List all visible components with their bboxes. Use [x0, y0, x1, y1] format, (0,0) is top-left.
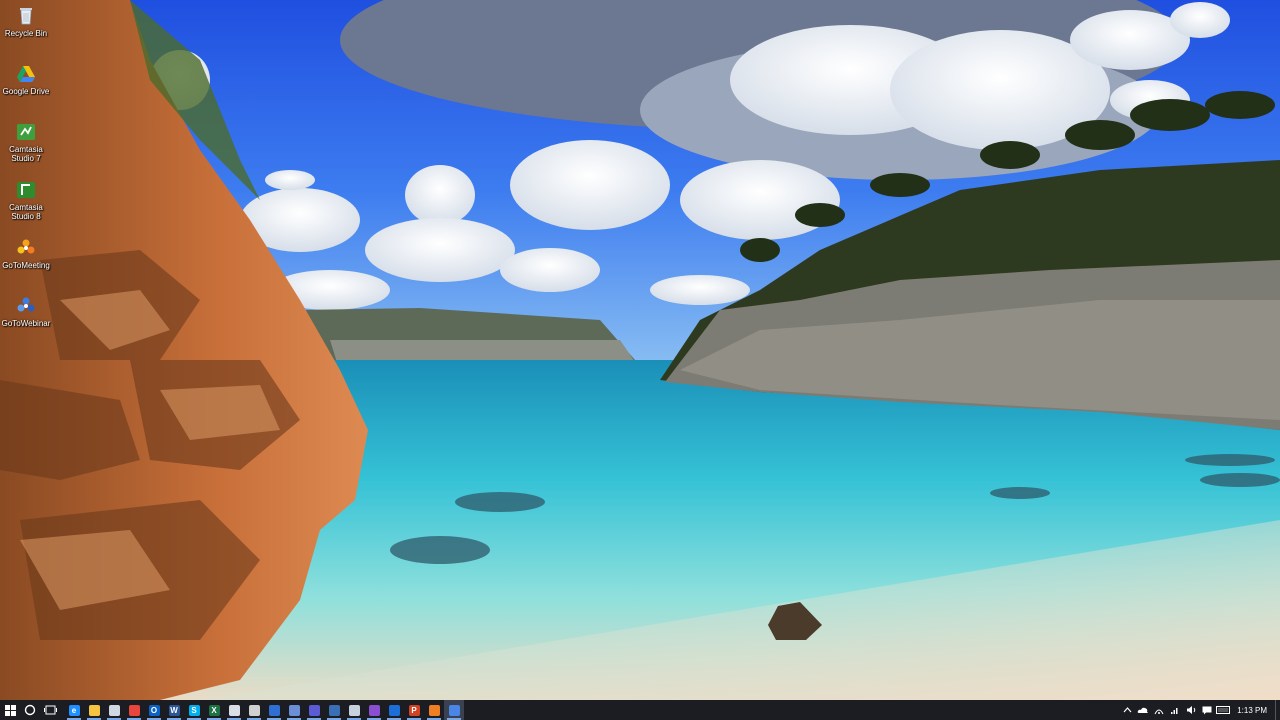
- show-desktop-button[interactable]: [1275, 700, 1280, 720]
- snipping-tool-icon: [348, 704, 360, 716]
- desktop-icon-recycle-bin[interactable]: Recycle Bin: [0, 5, 52, 38]
- taskbar-app-skype[interactable]: S: [184, 700, 204, 720]
- chevron-up-icon[interactable]: [1119, 700, 1135, 720]
- volume-icon[interactable]: [1183, 700, 1199, 720]
- taskbar-app-edge[interactable]: e: [64, 700, 84, 720]
- start-button[interactable]: [0, 700, 20, 720]
- globe-app-icon: [328, 704, 340, 716]
- cortana-search-icon: [24, 704, 36, 716]
- desktop-wallpaper: [0, 0, 1280, 700]
- camtasia-icon: [17, 124, 35, 140]
- gotomeeting-icon: [17, 239, 35, 254]
- taskbar-app-chrome[interactable]: [124, 700, 144, 720]
- system-tray: 1:13 PM: [1119, 700, 1280, 720]
- taskbar-app-notepad[interactable]: [284, 700, 304, 720]
- cortana-search-button[interactable]: [20, 700, 40, 720]
- desktop-icon-camtasia-7[interactable]: Camtasia Studio 7: [0, 121, 52, 163]
- taskbar-app-gotowebinar-taskbar[interactable]: [444, 700, 464, 720]
- outlook-icon: O: [148, 704, 160, 716]
- desktop-icon-label: Google Drive: [2, 87, 50, 96]
- wifi-icon[interactable]: [1167, 700, 1183, 720]
- powerpoint-icon: P: [408, 704, 420, 716]
- task-view-icon: [43, 705, 57, 714]
- windows-start-icon: [4, 704, 16, 716]
- gotowebinar-taskbar-icon: [448, 704, 460, 716]
- taskbar-app-excel[interactable]: X: [204, 700, 224, 720]
- taskbar-app-app-blue[interactable]: [384, 700, 404, 720]
- keyboard-icon[interactable]: [1215, 700, 1231, 720]
- excel-icon: X: [208, 704, 220, 716]
- taskbar-app-firefox[interactable]: [424, 700, 444, 720]
- taskbar-clock[interactable]: 1:13 PM: [1231, 706, 1275, 715]
- camtasia-icon: [17, 182, 35, 198]
- desktop-icon-label: GoToMeeting: [2, 261, 50, 270]
- desktop-icon-label: Camtasia Studio 8: [9, 203, 43, 221]
- task-view-button[interactable]: [40, 700, 60, 720]
- notepad-icon: [288, 704, 300, 716]
- recycle-bin-icon: [20, 8, 32, 25]
- teamviewer-icon: [268, 704, 280, 716]
- edge-icon: e: [68, 704, 80, 716]
- skype-icon: S: [188, 704, 200, 716]
- taskbar-app-document[interactable]: [224, 700, 244, 720]
- onedrive-icon[interactable]: [1135, 700, 1151, 720]
- desktop-icon-camtasia-8[interactable]: Camtasia Studio 8: [0, 179, 52, 221]
- taskbar-app-teamviewer[interactable]: [264, 700, 284, 720]
- store-icon: [108, 704, 120, 716]
- firefox-icon: [428, 704, 440, 716]
- app-purple-icon: [308, 704, 320, 716]
- chrome-icon: [128, 704, 140, 716]
- taskbar-app-app-purple[interactable]: [304, 700, 324, 720]
- taskbar-app-word[interactable]: W: [164, 700, 184, 720]
- app-blue-icon: [388, 704, 400, 716]
- calculator-icon: [248, 704, 260, 716]
- taskbar-app-calculator[interactable]: [244, 700, 264, 720]
- desktop-icon-label: GoToWebinar: [1, 319, 51, 328]
- desktop-icon-gotowebinar[interactable]: GoToWebinar: [0, 295, 52, 328]
- visual-studio-icon: [368, 704, 380, 716]
- desktop-icon-label: Camtasia Studio 7: [9, 145, 43, 163]
- file-explorer-icon: [88, 704, 100, 716]
- gotowebinar-icon: [17, 297, 35, 312]
- taskbar-app-outlook[interactable]: O: [144, 700, 164, 720]
- taskbar-app-snipping-tool[interactable]: [344, 700, 364, 720]
- taskbar-app-store[interactable]: [104, 700, 124, 720]
- taskbar-app-file-explorer[interactable]: [84, 700, 104, 720]
- desktop-icon-gotomeeting[interactable]: GoToMeeting: [0, 237, 52, 270]
- document-icon: [228, 704, 240, 716]
- taskbar-pinned-apps: e OWSX P: [64, 700, 464, 720]
- notification-icon[interactable]: [1199, 700, 1215, 720]
- taskbar-app-globe-app[interactable]: [324, 700, 344, 720]
- taskbar-app-powerpoint[interactable]: P: [404, 700, 424, 720]
- taskbar: e OWSX P 1:13 PM: [0, 700, 1280, 720]
- taskbar-app-visual-studio[interactable]: [364, 700, 384, 720]
- desktop-icon-google-drive[interactable]: Google Drive: [0, 63, 52, 96]
- desktop-icon-label: Recycle Bin: [4, 29, 48, 38]
- network-icon[interactable]: [1151, 700, 1167, 720]
- google-drive-icon: [17, 66, 35, 82]
- word-icon: W: [168, 704, 180, 716]
